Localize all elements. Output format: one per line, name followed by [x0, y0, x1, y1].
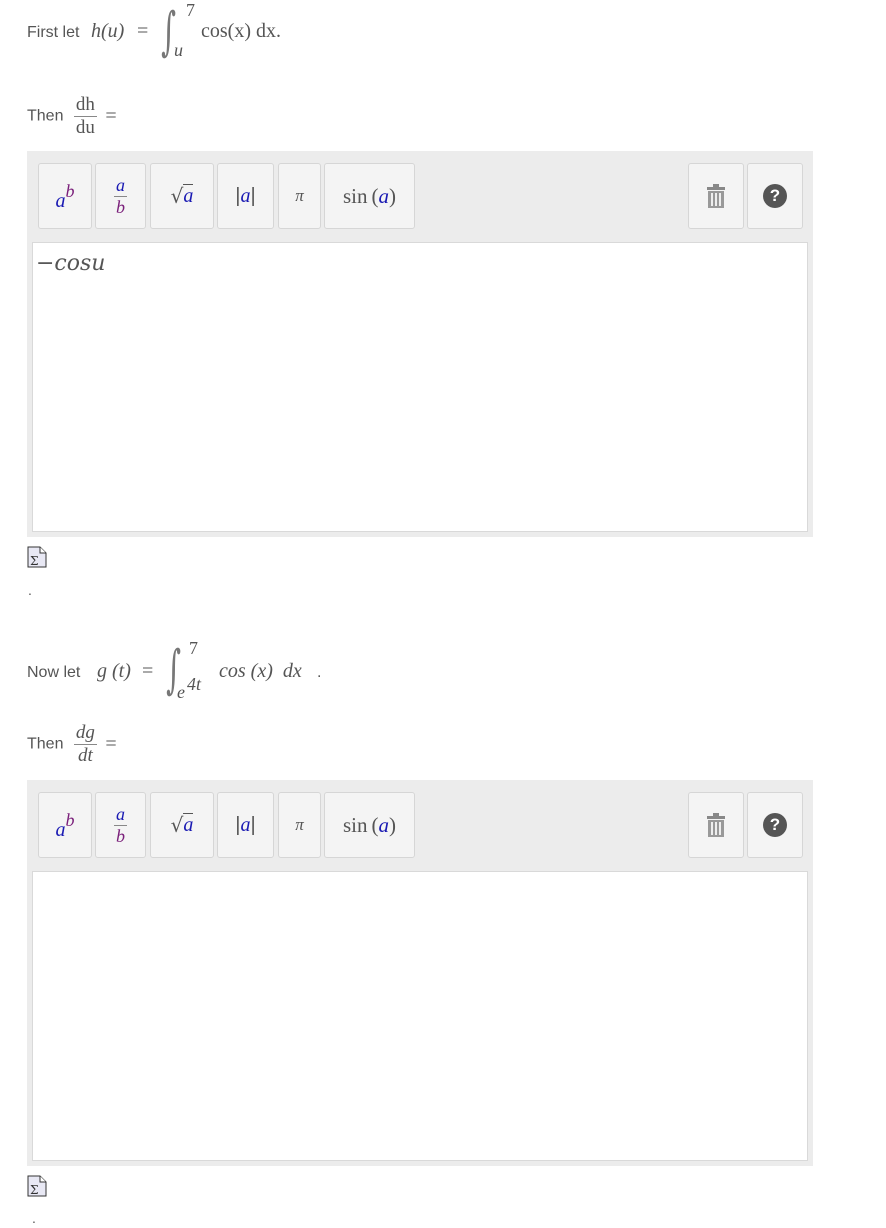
q2-function: g (t): [97, 660, 131, 682]
svg-text:Σ: Σ: [30, 554, 38, 568]
q1-toolbar: ab a b √ a | a | π sin(a) ?: [27, 151, 813, 241]
q2-abs-button[interactable]: | a |: [217, 792, 274, 858]
fraction-glyph: a b: [114, 175, 127, 218]
sin-paren-open: (: [371, 183, 379, 208]
abs-arg: a: [240, 813, 251, 836]
fraction-num: a: [116, 174, 125, 195]
q2-sqrt-button[interactable]: √ a: [150, 792, 214, 858]
fraction-den: b: [114, 824, 127, 846]
q2-derivative-fraction: dg dt: [73, 722, 97, 767]
power-base: a: [55, 189, 66, 212]
q2-math-editor: ab a b √ a | a | π sin(a) ?: [27, 780, 813, 1166]
help-icon: ?: [763, 184, 787, 208]
question-2-statement: Now let g (t) = ∫ 7 e 4t cos (x) dx .: [27, 638, 427, 708]
q2-integrand: cos (x) dx: [219, 660, 302, 682]
q1-function: h(u): [91, 20, 125, 42]
q1-answer-input[interactable]: −cosu: [32, 242, 808, 532]
q2-lower-exp: 4t: [187, 674, 202, 694]
q1-trailing-period: .: [28, 582, 32, 598]
q2-derivative-num: dg: [75, 722, 95, 743]
q2-intro: Now let: [27, 664, 81, 681]
q1-derivative-fraction: dh du: [73, 94, 97, 139]
sqrt-symbol: √: [170, 813, 184, 837]
q2-power-button[interactable]: ab: [38, 792, 92, 858]
question-1-statement: First let h(u) = ∫ 7 u cos(x) dx.: [27, 0, 427, 70]
sin-paren-close: ): [389, 183, 396, 208]
q1-derivative-eq: =: [105, 105, 117, 127]
q2-help-button[interactable]: ?: [747, 792, 803, 858]
q1-derivative-label: Then dh du =: [27, 94, 117, 139]
trash-icon: [707, 813, 725, 837]
abs-close: |: [250, 184, 256, 207]
q1-sqrt-button[interactable]: √ a: [150, 163, 214, 229]
sin-arg: a: [378, 183, 390, 208]
q1-power-button[interactable]: ab: [38, 163, 92, 229]
fraction-glyph: a b: [114, 804, 127, 847]
q2-equals: =: [142, 660, 154, 682]
q2-pi-button[interactable]: π: [278, 792, 321, 858]
q1-integrand: cos(x) dx.: [201, 20, 281, 42]
q2-upper-limit: 7: [189, 638, 198, 658]
fraction-num: a: [116, 803, 125, 824]
q1-help-button[interactable]: ?: [747, 163, 803, 229]
pi-glyph: π: [295, 186, 304, 205]
q2-trash-button[interactable]: [688, 792, 744, 858]
sin-arg: a: [378, 812, 390, 837]
q1-answer-text: −cosu: [36, 251, 106, 276]
sqrt-arg: a: [183, 813, 194, 836]
q1-derivative-den: du: [73, 116, 97, 138]
q2-derivative-label: Then dg dt =: [27, 722, 117, 767]
pi-glyph: π: [295, 815, 304, 834]
q1-fraction-button[interactable]: a b: [95, 163, 146, 229]
q2-period: .: [317, 664, 322, 681]
q1-then: Then: [27, 107, 64, 125]
sqrt-symbol: √: [170, 184, 184, 208]
q1-derivative-num: dh: [75, 94, 95, 115]
sin-paren-open: (: [371, 812, 379, 837]
q2-trailing-period: .: [32, 1210, 36, 1226]
q2-then: Then: [27, 735, 64, 753]
sin-fn: sin: [342, 812, 368, 837]
power-exp: b: [65, 180, 75, 201]
q2-sin-button[interactable]: sin(a): [324, 792, 415, 858]
equation-editor-icon[interactable]: Σ: [27, 546, 47, 568]
q1-lower-limit: u: [174, 40, 183, 60]
q2-derivative-den: dt: [73, 744, 97, 767]
q2-derivative-eq: =: [105, 733, 117, 755]
q1-sin-button[interactable]: sin(a): [324, 163, 415, 229]
sin-fn: sin: [342, 183, 368, 208]
sin-paren-close: ): [389, 812, 396, 837]
fraction-den: b: [114, 195, 127, 217]
q1-upper-limit: 7: [186, 0, 195, 20]
q2-lower-base: e: [177, 682, 185, 702]
q1-math-editor: ab a b √ a | a | π sin(a) ? −cosu: [27, 151, 813, 537]
equation-editor-icon[interactable]: Σ: [27, 1175, 47, 1197]
power-base: a: [55, 818, 66, 841]
abs-arg: a: [240, 184, 251, 207]
sqrt-arg: a: [183, 184, 194, 207]
q1-trash-button[interactable]: [688, 163, 744, 229]
help-icon: ?: [763, 813, 787, 837]
q1-pi-button[interactable]: π: [278, 163, 321, 229]
q1-equals: =: [137, 20, 149, 42]
trash-icon: [707, 184, 725, 208]
power-exp: b: [65, 809, 75, 830]
q2-fraction-button[interactable]: a b: [95, 792, 146, 858]
q2-toolbar: ab a b √ a | a | π sin(a) ?: [27, 780, 813, 870]
q1-intro: First let: [27, 24, 80, 41]
q2-answer-input[interactable]: [32, 871, 808, 1161]
q1-abs-button[interactable]: | a |: [217, 163, 274, 229]
svg-text:Σ: Σ: [30, 1183, 38, 1197]
abs-close: |: [250, 813, 256, 836]
